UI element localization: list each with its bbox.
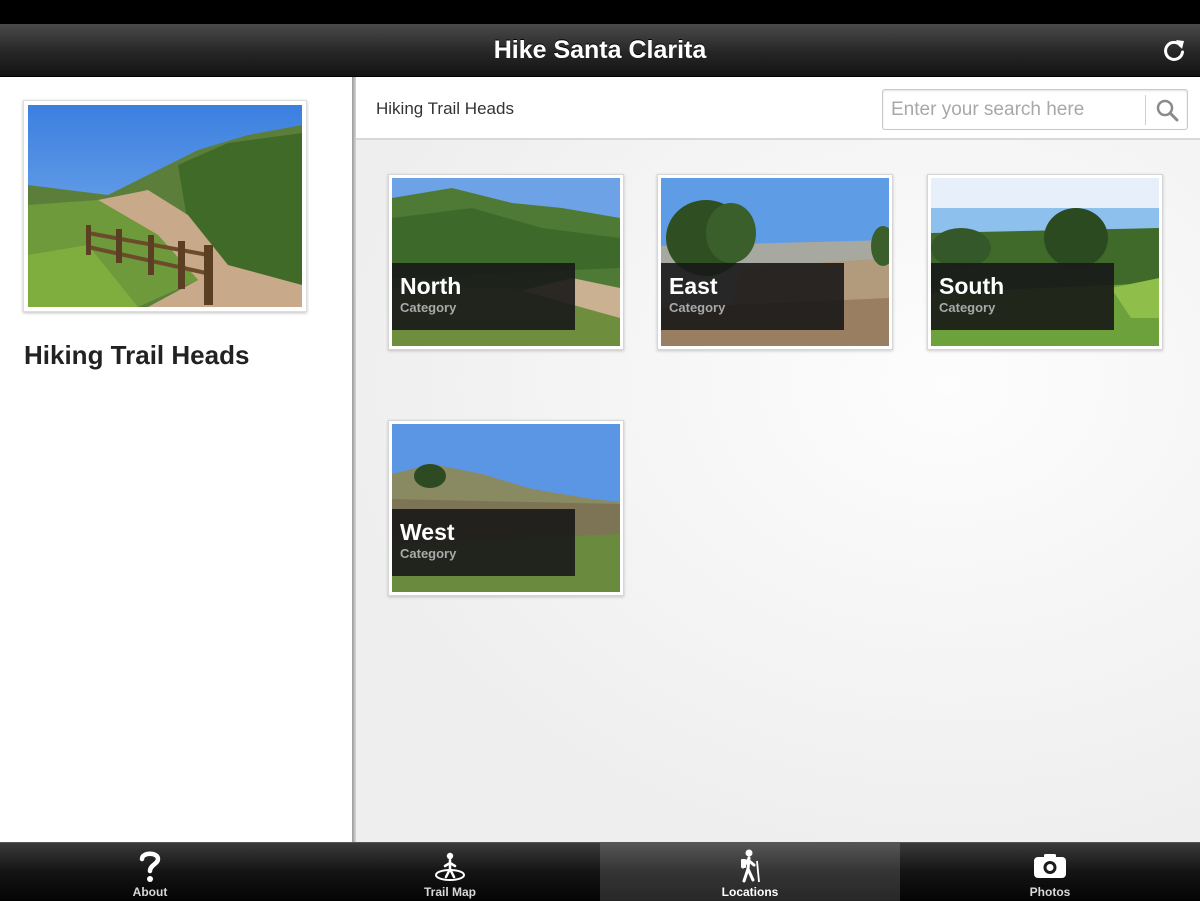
tile-subtitle: Category bbox=[400, 300, 457, 315]
tab-about[interactable]: About bbox=[0, 843, 300, 901]
tile-title: East bbox=[669, 273, 718, 299]
category-tile-east[interactable]: East Category bbox=[657, 174, 893, 350]
tile-title: North bbox=[400, 273, 462, 299]
map-hiker-icon bbox=[433, 849, 467, 883]
tab-trail-map[interactable]: Trail Map bbox=[300, 843, 600, 901]
navigation-bar: Hike Santa Clarita bbox=[0, 24, 1200, 77]
tile-subtitle: Category bbox=[400, 546, 457, 561]
search-button[interactable] bbox=[1147, 90, 1187, 129]
featured-photo bbox=[23, 100, 307, 312]
category-tile-north[interactable]: North Category bbox=[388, 174, 624, 350]
category-tile-south[interactable]: South Category bbox=[927, 174, 1163, 350]
trail-photo bbox=[28, 105, 302, 307]
tile-label: South Category bbox=[931, 263, 1114, 330]
search-box bbox=[882, 89, 1188, 130]
tile-subtitle: Category bbox=[939, 300, 996, 315]
tile-title: West bbox=[400, 519, 455, 545]
hiker-icon bbox=[733, 849, 767, 883]
tab-label: Locations bbox=[721, 885, 779, 899]
tile-title: South bbox=[939, 273, 1005, 299]
breadcrumb: Hiking Trail Heads bbox=[376, 99, 514, 118]
tab-locations[interactable]: Locations bbox=[600, 843, 900, 901]
search-icon bbox=[1156, 99, 1179, 121]
tile-subtitle: Category bbox=[669, 300, 726, 315]
tab-label: Trail Map bbox=[423, 885, 476, 899]
left-heading: Hiking Trail Heads bbox=[24, 340, 250, 370]
tab-bar: About Trail Map Locations Photos bbox=[0, 842, 1200, 901]
app-title: Hike Santa Clarita bbox=[493, 35, 707, 64]
search-input[interactable] bbox=[883, 90, 1145, 129]
tile-label: West Category bbox=[392, 509, 575, 576]
refresh-button[interactable] bbox=[1158, 34, 1190, 66]
question-icon bbox=[133, 849, 167, 883]
refresh-icon bbox=[1164, 40, 1184, 61]
category-tile-west[interactable]: West Category bbox=[388, 420, 624, 596]
tab-label: About bbox=[132, 885, 168, 899]
tab-label: Photos bbox=[1029, 885, 1071, 899]
tile-label: North Category bbox=[392, 263, 575, 330]
content-header: Hiking Trail Heads bbox=[356, 77, 1200, 140]
tab-photos[interactable]: Photos bbox=[900, 843, 1200, 901]
tile-label: East Category bbox=[661, 263, 844, 330]
search-divider bbox=[1145, 95, 1146, 125]
status-bar bbox=[0, 0, 1200, 24]
camera-icon bbox=[1033, 849, 1067, 883]
